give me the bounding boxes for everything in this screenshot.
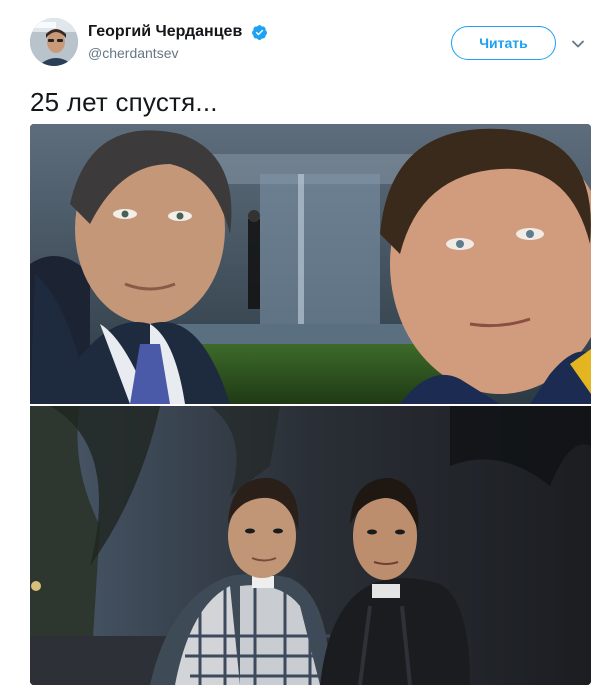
tweet-header: Георгий Черданцев @cherdantsev Читать: [30, 18, 590, 70]
avatar[interactable]: [30, 18, 78, 66]
author-handle[interactable]: @cherdantsev: [88, 44, 268, 62]
photo-image: [30, 406, 591, 685]
author-info: Георгий Черданцев @cherdantsev: [88, 22, 268, 62]
photo-recent-selfie[interactable]: [30, 124, 591, 404]
photo-image: [30, 124, 591, 404]
author-display-name[interactable]: Георгий Черданцев: [88, 22, 242, 42]
tweet-text: 25 лет спустя...: [30, 87, 218, 117]
avatar-image: [30, 18, 78, 66]
photo-old-print[interactable]: [30, 406, 591, 685]
chevron-down-icon[interactable]: [570, 36, 586, 52]
tweet-card: Георгий Черданцев @cherdantsev Читать 25…: [0, 0, 606, 698]
tweet-media[interactable]: [30, 124, 591, 685]
follow-button[interactable]: Читать: [451, 26, 556, 60]
verified-badge-icon: [251, 24, 267, 40]
